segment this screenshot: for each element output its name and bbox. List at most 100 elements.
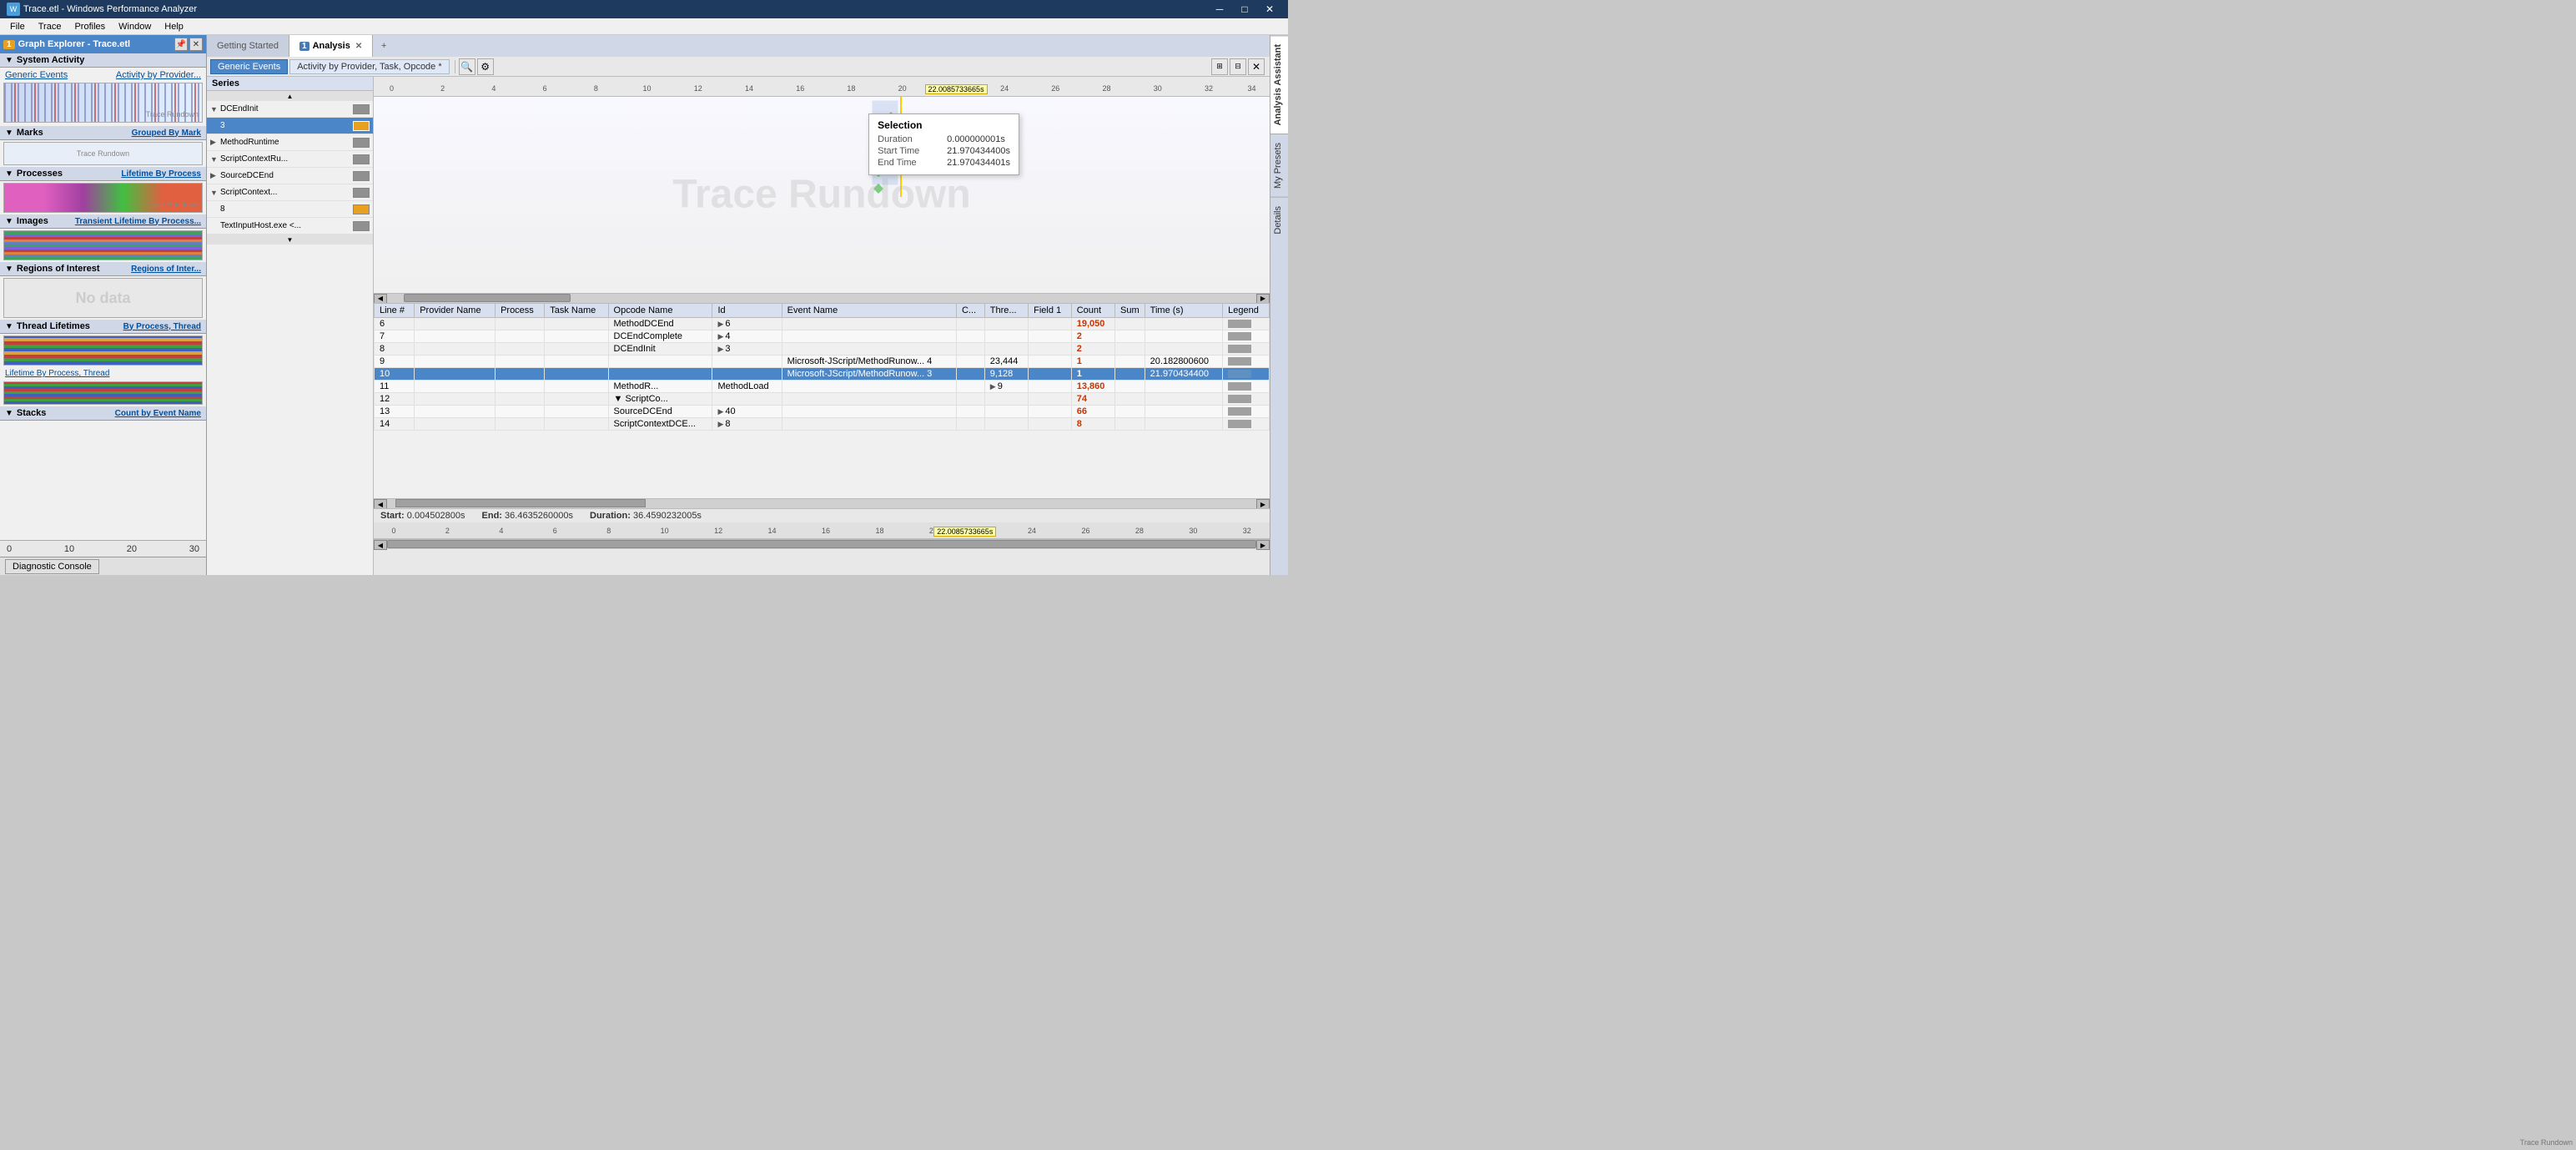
section-regions[interactable]: ▼ Regions of Interest Regions of Inter..… <box>0 262 206 276</box>
expand-6[interactable]: ▶ <box>717 320 723 328</box>
col-header-thread[interactable]: Thre... <box>984 303 1028 317</box>
expand-13[interactable]: ▶ <box>717 407 723 416</box>
section-stacks[interactable]: ▼ Stacks Count by Event Name <box>0 406 206 421</box>
series-expand-source[interactable]: ▶ <box>210 171 220 180</box>
panel-pin-button[interactable]: 📌 <box>174 38 188 51</box>
table-row[interactable]: 6 MethodDCEnd ▶6 19,050 <box>375 317 1270 330</box>
col-header-line[interactable]: Line # <box>375 303 415 317</box>
lifetime-by-process-label[interactable]: Lifetime By Process <box>121 169 201 179</box>
table-row[interactable]: 14 ScriptContextDCE... ▶8 8 <box>375 417 1270 430</box>
col-header-count[interactable]: Count <box>1071 303 1114 317</box>
series-expand-script2[interactable]: ▼ <box>210 189 220 197</box>
restore-button[interactable]: □ <box>1233 1 1256 18</box>
bottom-scroll-track[interactable] <box>387 540 1256 549</box>
col-header-process[interactable]: Process <box>496 303 545 317</box>
sidebar-tab-my-presets[interactable]: My Presets <box>1270 134 1288 197</box>
bottom-scroll-left[interactable]: ◀ <box>374 540 387 550</box>
timeline-graph[interactable]: Selection Duration 0.000000001s Start Ti… <box>374 97 1270 293</box>
series-item-textinput[interactable]: TextInputHost.exe <... <box>207 218 373 235</box>
col-header-sum[interactable]: Sum <box>1115 303 1145 317</box>
table-scrollbar-h[interactable]: ◀ ▶ <box>374 498 1270 508</box>
series-item-methodruntime[interactable]: ▶ MethodRuntime <box>207 134 373 151</box>
col-header-provider[interactable]: Provider Name <box>415 303 496 317</box>
series-item-sourcedcend[interactable]: ▶ SourceDCEnd <box>207 168 373 184</box>
search-button[interactable]: 🔍 <box>459 58 475 75</box>
table-row-selected[interactable]: 10 Microsoft-JScript/MethodRunow... 3 9,… <box>375 367 1270 380</box>
transient-lifetime-label[interactable]: Transient Lifetime By Process... <box>75 217 201 226</box>
table-row[interactable]: 11 MethodR... MethodLoad ▶9 13,860 <box>375 380 1270 392</box>
sidebar-tab-details[interactable]: Details <box>1270 197 1288 243</box>
series-item-dcendinit[interactable]: ▼ DCEndInit <box>207 101 373 118</box>
section-processes[interactable]: ▼ Processes Lifetime By Process <box>0 167 206 181</box>
col-header-field1[interactable]: Field 1 <box>1029 303 1072 317</box>
col-header-c[interactable]: C... <box>956 303 984 317</box>
generic-events-label[interactable]: Generic Events <box>5 70 68 80</box>
bottom-scroll-thumb[interactable] <box>387 540 1256 548</box>
section-system-activity[interactable]: ▼ System Activity <box>0 53 206 68</box>
series-item-scriptcontext2[interactable]: ▼ ScriptContext... <box>207 184 373 201</box>
series-scroll-down[interactable]: ▼ <box>207 235 373 245</box>
sidebar-tab-analysis-assistant[interactable]: Analysis Assistant <box>1270 35 1288 134</box>
subsection-generic-events[interactable]: Generic Events Activity by Provider... <box>0 69 206 81</box>
minimize-button[interactable]: ─ <box>1208 1 1231 18</box>
grouped-by-mark-label[interactable]: Grouped By Mark <box>132 129 201 138</box>
series-scroll-up[interactable]: ▲ <box>207 91 373 101</box>
series-expand-method[interactable]: ▶ <box>210 138 220 147</box>
col-header-task[interactable]: Task Name <box>545 303 608 317</box>
cell-legend-sel <box>1223 367 1270 380</box>
regions-label[interactable]: Regions of Inter... <box>131 265 201 274</box>
analysis-panel-restore-button[interactable]: ⊞ <box>1211 58 1228 75</box>
table-scroll-thumb[interactable] <box>395 499 646 507</box>
scrollbar-thumb[interactable] <box>404 294 571 302</box>
tab-getting-started[interactable]: Getting Started <box>207 35 289 57</box>
table-row[interactable]: 7 DCEndComplete ▶4 2 <box>375 330 1270 342</box>
tab-analysis[interactable]: 1 Analysis ✕ <box>289 35 373 57</box>
lifetime-by-process-thread-label[interactable]: Lifetime By Process, Thread <box>0 367 206 380</box>
series-item-8[interactable]: 8 <box>207 201 373 218</box>
close-button[interactable]: ✕ <box>1258 1 1281 18</box>
section-thread-lifetimes[interactable]: ▼ Thread Lifetimes By Process, Thread <box>0 320 206 334</box>
table-row[interactable]: 12 ▼ ScriptCo... 74 <box>375 392 1270 405</box>
series-item-scriptcontext[interactable]: ▼ ScriptContextRu... <box>207 151 373 168</box>
panel-close-button[interactable]: ✕ <box>189 38 203 51</box>
table-row[interactable]: 13 SourceDCEnd ▶40 66 <box>375 405 1270 417</box>
by-process-thread-label[interactable]: By Process, Thread <box>123 322 201 331</box>
expand-11[interactable]: ▶ <box>990 382 996 391</box>
col-header-opcode[interactable]: Opcode Name <box>608 303 712 317</box>
scrollbar-track[interactable] <box>387 294 1256 303</box>
section-images[interactable]: ▼ Images Transient Lifetime By Process..… <box>0 214 206 229</box>
section-marks[interactable]: ▼ Marks Grouped By Mark <box>0 126 206 140</box>
analysis-panel-close-button[interactable]: ✕ <box>1248 58 1265 75</box>
col-header-event[interactable]: Event Name <box>782 303 956 317</box>
menu-window[interactable]: Window <box>112 20 158 33</box>
expand-8[interactable]: ▶ <box>717 345 723 353</box>
expand-14[interactable]: ▶ <box>717 420 723 428</box>
settings-button[interactable]: ⚙ <box>477 58 494 75</box>
activity-by-provider-label[interactable]: Activity by Provider... <box>116 70 201 80</box>
table-scroll-track[interactable] <box>387 499 1256 508</box>
activity-by-provider-tab[interactable]: Activity by Provider, Task, Opcode * <box>289 59 449 74</box>
analysis-panel-tile-button[interactable]: ⊟ <box>1230 58 1246 75</box>
menu-file[interactable]: File <box>3 20 32 33</box>
bottom-scroll-right[interactable]: ▶ <box>1256 540 1270 550</box>
col-header-legend[interactable]: Legend <box>1223 303 1270 317</box>
table-row[interactable]: 8 DCEndInit ▶3 2 <box>375 342 1270 355</box>
col-header-time[interactable]: Time (s) <box>1145 303 1222 317</box>
tab-add-button[interactable]: + <box>373 35 395 57</box>
generic-events-tab[interactable]: Generic Events <box>210 59 288 74</box>
bottom-scrollbar[interactable]: ◀ ▶ <box>374 539 1270 549</box>
menu-profiles[interactable]: Profiles <box>68 20 112 33</box>
series-expand-dcendinit[interactable]: ▼ <box>210 105 220 113</box>
expand-7[interactable]: ▶ <box>717 332 723 340</box>
timeline-scrollbar[interactable]: ◀ ▶ <box>374 293 1270 303</box>
count-by-event-name-label[interactable]: Count by Event Name <box>115 409 201 418</box>
series-expand-script[interactable]: ▼ <box>210 155 220 164</box>
col-header-id[interactable]: Id <box>712 303 782 317</box>
table-row[interactable]: 9 Microsoft-JScript/MethodRunow... 4 23,… <box>375 355 1270 367</box>
menu-trace[interactable]: Trace <box>32 20 68 33</box>
diagnostic-console-button[interactable]: Diagnostic Console <box>5 559 99 574</box>
table-scroll-area[interactable]: Line # Provider Name Process Task Name O… <box>374 303 1270 499</box>
menu-help[interactable]: Help <box>158 20 190 33</box>
tab-close-icon[interactable]: ✕ <box>355 42 362 51</box>
series-item-3[interactable]: 3 <box>207 118 373 134</box>
